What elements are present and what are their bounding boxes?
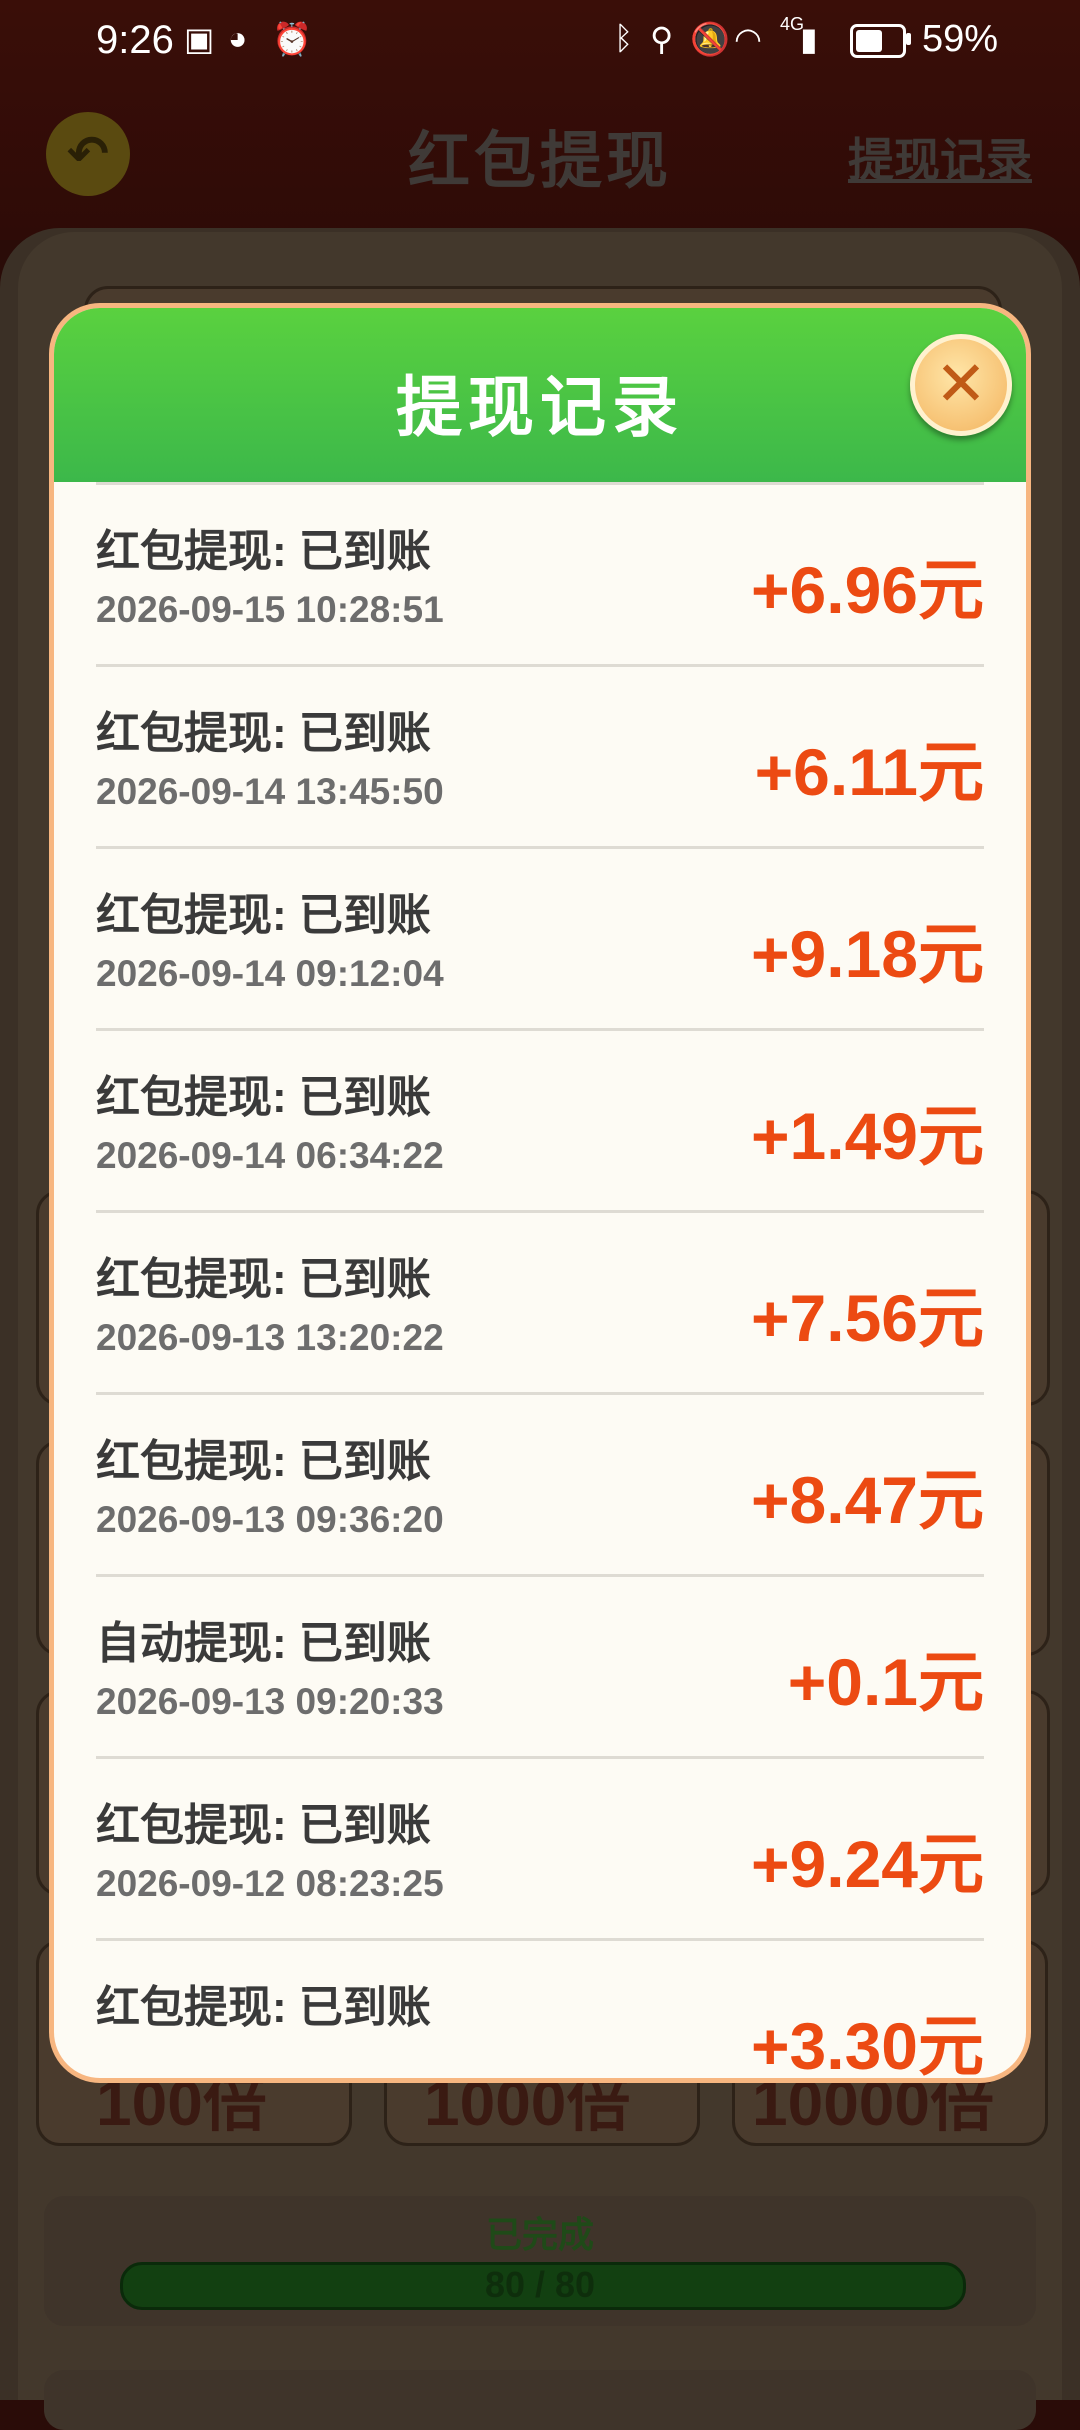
done-label: 已完成 — [485, 2214, 594, 2255]
record-label: 红包提现: 已到账 — [96, 527, 431, 576]
record-label: 红包提现: 已到账 — [96, 1255, 431, 1304]
status-time: 9:26 — [96, 18, 174, 62]
record-label: 红包提现: 已到账 — [96, 891, 431, 940]
record-time: 2026-09-13 09:36:20 — [96, 1499, 444, 1540]
record-row: 红包提现: 已到账 +3.30元 — [96, 1938, 984, 2078]
battery-percent: 59% — [922, 18, 999, 60]
bottom-card — [44, 2370, 1036, 2430]
withdraw-record-link[interactable]: 提现记录 — [848, 124, 1032, 190]
location-icon: ⚲ — [650, 21, 674, 57]
record-amount: +3.30元 — [751, 2009, 984, 2078]
record-row: 红包提现: 已到账 2026-09-14 09:12:04 +9.18元 — [96, 846, 984, 1033]
battery-icon — [850, 24, 906, 58]
record-row: 自动提现: 已到账 2026-09-13 09:20:33 +0.1元 — [96, 1574, 984, 1761]
wifi-icon: ◠ — [734, 21, 762, 57]
record-time: 2026-09-14 09:12:04 — [96, 953, 444, 994]
record-row: 红包提现: 已到账 2026-09-14 13:45:50 +6.11元 — [96, 664, 984, 851]
record-time: 2026-09-13 09:20:33 — [96, 1681, 444, 1722]
dialog-header: 提现记录 — [54, 308, 1026, 482]
close-icon: ✕ — [935, 350, 987, 419]
record-label: 红包提现: 已到账 — [96, 1073, 431, 1122]
signal-icon: ▮ — [800, 21, 818, 57]
record-amount: +9.24元 — [751, 1827, 984, 1901]
dialog-title: 提现记录 — [396, 370, 684, 444]
bluetooth-icon: ᛒ — [614, 20, 634, 56]
record-amount: +0.1元 — [787, 1645, 984, 1719]
record-amount: +6.11元 — [754, 735, 984, 809]
progress-text: 80 / 80 — [484, 2264, 596, 2305]
record-amount: +9.18元 — [751, 917, 984, 991]
gallery-notification-icon: ▣ — [184, 21, 215, 57]
record-amount: +1.49元 — [751, 1099, 984, 1173]
record-amount: +8.47元 — [751, 1463, 984, 1537]
wechat-notification-icon: ◕ — [228, 20, 248, 56]
record-list[interactable]: 红包提现: 已到账 2026-09-15 10:28:51 +6.96元 红包提现: … — [54, 482, 1026, 2078]
record-label: 红包提现: 已到账 — [96, 1983, 431, 2032]
record-time: 2026-09-12 08:23:25 — [96, 1863, 444, 1904]
record-amount: +6.96元 — [751, 553, 984, 627]
mute-icon: 🔕 — [690, 21, 730, 57]
record-amount: +7.56元 — [751, 1281, 984, 1355]
record-label: 红包提现: 已到账 — [96, 709, 431, 758]
withdraw-record-dialog: 提现记录 红包提现: 已到账 2026-09-15 10:28:51 +6.96元红… — [54, 308, 1026, 2078]
record-time: 2026-09-13 13:20:22 — [96, 1317, 444, 1358]
battery-level — [856, 30, 882, 52]
record-label: 自动提现: 已到账 — [96, 1619, 431, 1668]
record-time: 2026-09-14 13:45:50 — [96, 771, 444, 812]
record-time: 2026-09-15 10:28:51 — [96, 589, 444, 630]
record-label: 红包提现: 已到账 — [96, 1437, 431, 1486]
record-time: 2026-09-14 06:34:22 — [96, 1135, 444, 1176]
battery-cap — [906, 33, 911, 45]
record-label: 红包提现: 已到账 — [96, 1801, 431, 1850]
record-row: 红包提现: 已到账 2026-09-13 09:36:20 +8.47元 — [96, 1392, 984, 1579]
record-row: 红包提现: 已到账 2026-09-15 10:28:51 +6.96元 — [96, 482, 984, 669]
alarm-icon: ⏰ — [272, 21, 312, 57]
record-row: 红包提现: 已到账 2026-09-13 13:20:22 +7.56元 — [96, 1210, 984, 1397]
record-row: 红包提现: 已到账 2026-09-12 08:23:25 +9.24元 — [96, 1756, 984, 1943]
record-row: 红包提现: 已到账 2026-09-14 06:34:22 +1.49元 — [96, 1028, 984, 1215]
close-button[interactable]: ✕ — [910, 334, 1012, 436]
status-bar: 9:26 ▣ ◕ ⏰ ᛒ ⚲ 🔕 ◠ 4G ▮ 59% — [0, 0, 1080, 80]
